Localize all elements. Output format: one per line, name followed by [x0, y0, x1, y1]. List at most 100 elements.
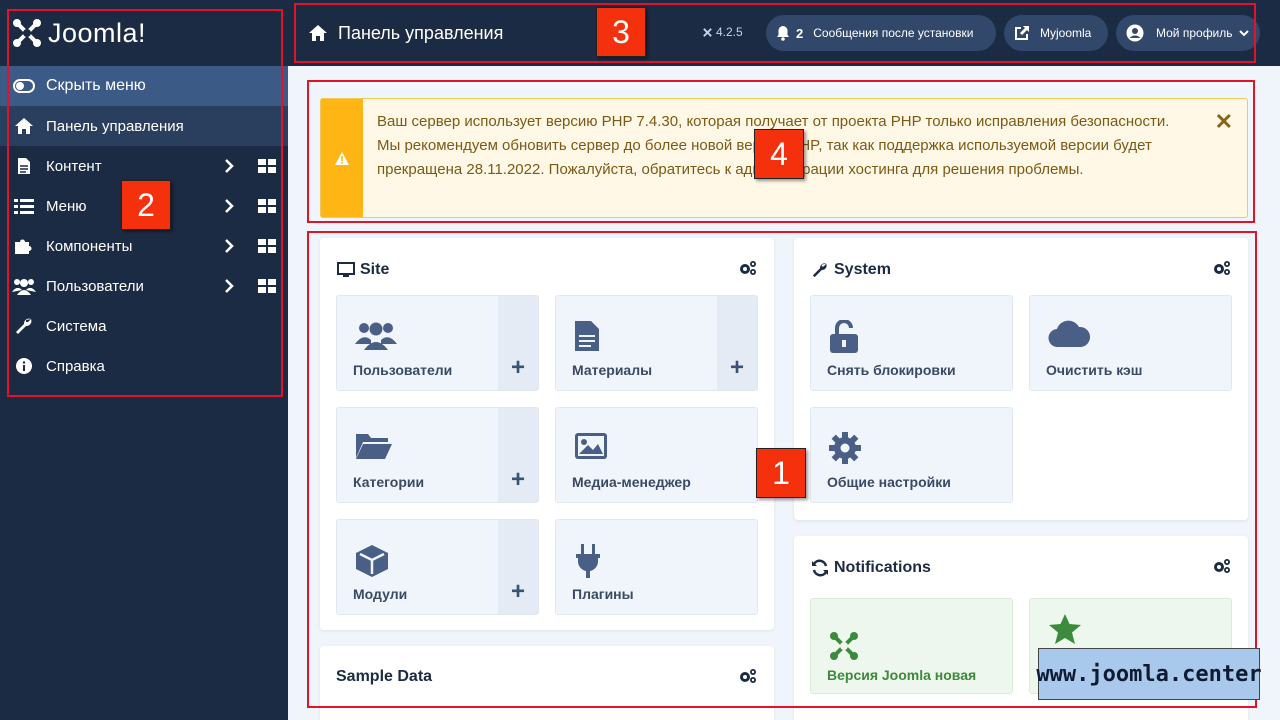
sidebar-toggle-label: Скрыть меню: [46, 77, 146, 94]
document-icon: [575, 321, 599, 351]
post-install-messages-button[interactable]: 2 Сообщения после установки: [766, 15, 996, 51]
dashboard-grid-icon[interactable]: [258, 239, 276, 253]
tile-global-configuration[interactable]: Общие настройки: [810, 407, 1013, 503]
messages-count: 2: [796, 25, 804, 41]
tile-joomla-update[interactable]: Версия Joomla новая: [810, 598, 1013, 694]
annotation-label-3: 3: [596, 7, 646, 57]
site-module: Site Пользователи + Материалы + Категори…: [320, 238, 774, 630]
logo-text: Joomla!: [48, 17, 147, 48]
sidebar: Joomla! Скрыть меню Панель управления Ко…: [0, 0, 288, 720]
myjoomla-label: Myjoomla: [1040, 26, 1092, 40]
users-icon: [355, 322, 397, 350]
sidebar-item-label: Пользователи: [46, 277, 144, 295]
notifications-module-title: Notifications: [810, 558, 931, 578]
folder-icon: [356, 434, 392, 459]
site-module-title-text: Site: [360, 261, 390, 278]
joomla-icon: [830, 632, 858, 660]
add-category-button[interactable]: +: [498, 408, 538, 502]
list-icon: [12, 196, 36, 216]
tile-label: Пользователи: [353, 362, 453, 378]
sidebar-item-label: Меню: [46, 197, 87, 215]
joomla-logo-icon: [13, 19, 41, 47]
dashboard-grid-icon[interactable]: [258, 199, 276, 213]
page-title-text: Панель управления: [338, 22, 504, 43]
annotation-label-4: 4: [754, 129, 804, 179]
system-module: System Снять блокировки Очистить кэш Общ…: [794, 238, 1248, 520]
tile-label: Медиа-менеджер: [572, 474, 691, 490]
cloud-icon: [1048, 320, 1090, 348]
sidebar-item-components[interactable]: Компоненты: [0, 226, 288, 266]
user-profile-dropdown[interactable]: Мой профиль: [1116, 15, 1260, 51]
users-icon: [12, 276, 36, 296]
add-user-button[interactable]: +: [498, 296, 538, 390]
monitor-icon: [336, 260, 356, 280]
tile-media-manager[interactable]: Медиа-менеджер: [555, 407, 758, 503]
chevron-right-icon[interactable]: [224, 158, 234, 174]
sidebar-item-label: Система: [46, 317, 107, 335]
top-header: Панель управления 4.2.5 2 Сообщения посл…: [288, 0, 1280, 66]
sidebar-item-system[interactable]: Система: [0, 306, 288, 346]
add-article-button[interactable]: +: [717, 296, 757, 390]
sidebar-item-label: Панель управления: [46, 117, 184, 135]
notifications-module-title-text: Notifications: [834, 559, 931, 576]
gears-icon[interactable]: [738, 668, 758, 684]
toggle-icon: [12, 76, 36, 96]
tile-label: Очистить кэш: [1046, 362, 1143, 378]
tile-articles[interactable]: Материалы +: [555, 295, 758, 391]
file-icon: [12, 156, 36, 176]
myjoomla-button[interactable]: Myjoomla: [1004, 15, 1108, 51]
external-link-icon: [1015, 26, 1029, 40]
warning-strip: [321, 99, 363, 217]
sidebar-item-label: Справка: [46, 357, 105, 375]
sidebar-item-users[interactable]: Пользователи: [0, 266, 288, 306]
bell-icon: [777, 26, 789, 41]
wrench-icon: [12, 316, 36, 336]
page-title: Панель управления: [306, 23, 503, 44]
tile-label: Версия Joomla новая: [827, 667, 977, 683]
watermark: www.joomla.center: [1036, 648, 1262, 700]
version-badge: 4.2.5: [702, 25, 743, 39]
dashboard-grid-icon[interactable]: [258, 159, 276, 173]
gear-icon: [829, 432, 861, 464]
chevron-right-icon[interactable]: [224, 238, 234, 254]
site-module-title: Site: [336, 260, 389, 280]
tile-label: Общие настройки: [827, 474, 951, 490]
home-icon: [306, 23, 330, 43]
profile-label: Мой профиль: [1156, 26, 1233, 40]
system-module-title: System: [810, 260, 891, 280]
warning-icon: [335, 151, 349, 165]
sidebar-item-label: Контент: [46, 157, 102, 175]
add-module-button[interactable]: +: [498, 520, 538, 614]
sample-data-title: Sample Data: [336, 668, 432, 686]
user-circle-icon: [1126, 24, 1144, 42]
image-icon: [575, 433, 607, 459]
gears-icon[interactable]: [1212, 558, 1232, 574]
chevron-down-icon: [1238, 30, 1249, 37]
annotation-label-2: 2: [121, 180, 171, 230]
sidebar-item-label: Компоненты: [46, 237, 133, 255]
joomla-logo[interactable]: Joomla!: [0, 0, 288, 66]
sidebar-item-dashboard[interactable]: Панель управления: [0, 106, 288, 146]
gears-icon[interactable]: [738, 260, 758, 276]
chevron-right-icon[interactable]: [224, 278, 234, 294]
sidebar-item-help[interactable]: Справка: [0, 346, 288, 386]
tile-users[interactable]: Пользователи +: [336, 295, 539, 391]
cube-icon: [356, 545, 388, 577]
tile-plugins[interactable]: Плагины: [555, 519, 758, 615]
unlock-icon: [830, 320, 858, 353]
dashboard-grid-icon[interactable]: [258, 279, 276, 293]
gears-icon[interactable]: [1212, 260, 1232, 276]
tile-clear-cache[interactable]: Очистить кэш: [1029, 295, 1232, 391]
star-icon: [1049, 614, 1081, 644]
sidebar-toggle[interactable]: Скрыть меню: [0, 66, 288, 106]
tile-categories[interactable]: Категории +: [336, 407, 539, 503]
sample-data-module: Sample Data: [320, 646, 774, 720]
sync-icon: [810, 558, 830, 578]
chevron-right-icon[interactable]: [224, 198, 234, 214]
tile-modules[interactable]: Модули +: [336, 519, 539, 615]
plug-icon: [576, 544, 600, 578]
close-icon[interactable]: ✕: [1215, 109, 1233, 135]
tile-label: Материалы: [572, 362, 653, 378]
tile-global-checkin[interactable]: Снять блокировки: [810, 295, 1013, 391]
version-text: 4.2.5: [716, 25, 743, 39]
